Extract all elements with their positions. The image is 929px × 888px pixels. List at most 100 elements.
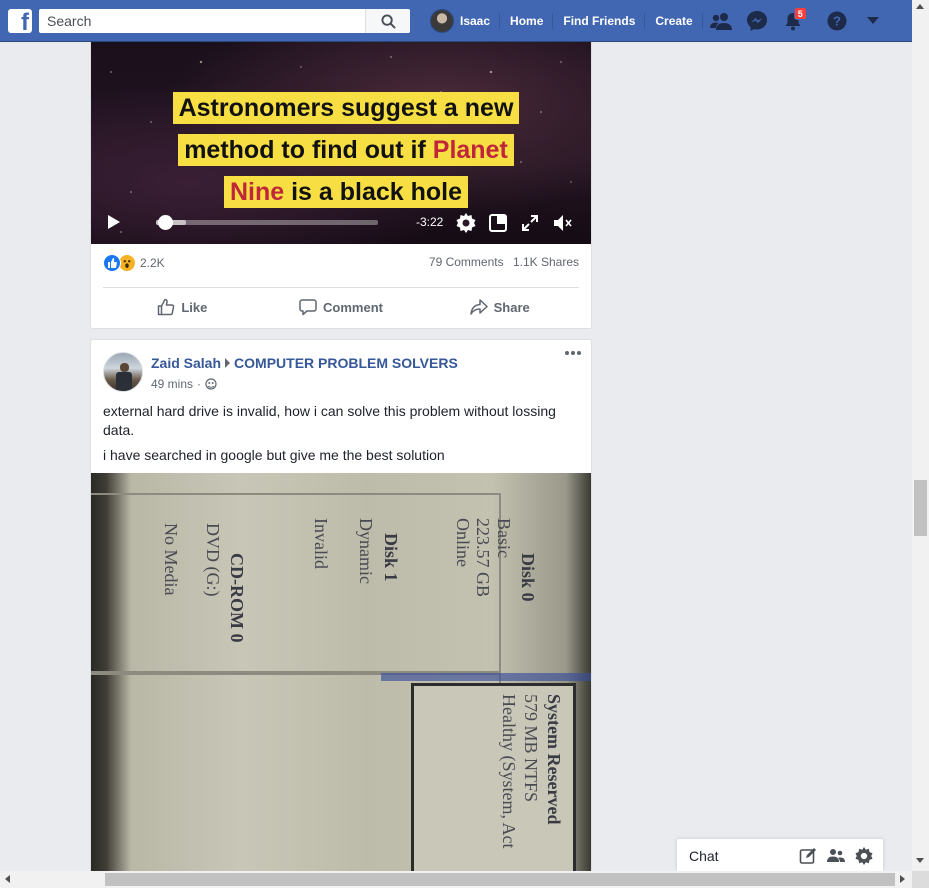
photo-blue-line bbox=[381, 673, 591, 681]
post-text-line-2: i have searched in google but give me th… bbox=[103, 447, 445, 463]
post-photo[interactable]: Disk 0 Basic 223.57 GB Online Disk 1 Dyn… bbox=[91, 473, 591, 878]
video-post: Astronomers suggest a new method to find… bbox=[90, 42, 592, 329]
search-input[interactable] bbox=[39, 10, 365, 32]
help-icon: ? bbox=[827, 11, 847, 31]
more-dot-icon bbox=[577, 351, 581, 355]
notifications-button[interactable]: 5 bbox=[775, 0, 811, 42]
gear-icon[interactable] bbox=[855, 847, 873, 865]
headline-planet: Planet bbox=[432, 136, 508, 164]
svg-text:?: ? bbox=[833, 14, 841, 29]
video-scrubber-handle[interactable] bbox=[158, 215, 174, 230]
notification-badge: 5 bbox=[793, 7, 807, 20]
photo-disk0-type: Basic bbox=[494, 518, 514, 558]
photo-panel bbox=[91, 493, 501, 673]
author-name[interactable]: Zaid Salah bbox=[151, 355, 221, 371]
top-navigation-bar: f Isaac Home Find Friends Create 5 ? bbox=[0, 0, 912, 42]
nav-create[interactable]: Create bbox=[645, 0, 704, 42]
author-avatar[interactable] bbox=[103, 352, 143, 392]
nav-home[interactable]: Home bbox=[500, 0, 554, 42]
photo-system-reserved-box: System Reserved 579 MB NTFS Healthy (Sys… bbox=[411, 683, 576, 878]
group-name[interactable]: COMPUTER PROBLEM SOLVERS bbox=[234, 355, 458, 371]
scroll-left-icon[interactable] bbox=[5, 875, 10, 883]
chat-icons bbox=[799, 847, 873, 865]
like-label: Like bbox=[181, 299, 208, 315]
avatar bbox=[430, 9, 454, 33]
scroll-down-icon[interactable] bbox=[916, 858, 924, 863]
volume-muted-icon bbox=[554, 215, 572, 231]
photo-sys-size: 579 MB NTFS bbox=[521, 694, 541, 803]
shares-count[interactable]: 1.1K Shares bbox=[513, 255, 579, 269]
photo-sys-status: Healthy (System, Act bbox=[499, 694, 519, 849]
help-button[interactable]: ? bbox=[819, 0, 855, 42]
expand-icon bbox=[522, 215, 538, 231]
mute-button[interactable] bbox=[552, 212, 574, 234]
photo-disk1-title: Disk 1 bbox=[381, 533, 401, 582]
picture-in-picture-button[interactable] bbox=[487, 212, 509, 234]
comment-button[interactable]: Comment bbox=[262, 292, 421, 322]
post-meta: 49 mins · bbox=[151, 377, 217, 391]
like-reaction-icon bbox=[103, 254, 121, 272]
horizontal-scrollbar-thumb[interactable] bbox=[105, 873, 895, 886]
post-body: external hard drive is invalid, how i ca… bbox=[103, 402, 573, 471]
photo-disk1-status: Invalid bbox=[311, 518, 331, 569]
engagement-counts: 79 Comments 1.1K Shares bbox=[423, 255, 579, 269]
fullscreen-button[interactable] bbox=[519, 212, 541, 234]
settings-button[interactable] bbox=[455, 212, 477, 234]
vertical-scrollbar[interactable] bbox=[912, 0, 929, 871]
photo-disk0-size: 223.57 GB bbox=[473, 518, 493, 598]
comments-count[interactable]: 79 Comments bbox=[429, 255, 504, 269]
divider bbox=[103, 287, 579, 288]
reactions-summary[interactable]: 2.2K bbox=[103, 254, 165, 272]
messenger-button[interactable] bbox=[739, 0, 775, 42]
video-controls: -3:22 bbox=[91, 208, 591, 238]
photo-sys-title: System Reserved bbox=[544, 694, 564, 825]
thumbs-up-icon bbox=[158, 298, 175, 316]
comment-label: Comment bbox=[323, 299, 383, 315]
group-post: Zaid Salah COMPUTER PROBLEM SOLVERS 49 mi… bbox=[90, 339, 592, 879]
search-icon bbox=[380, 13, 396, 29]
new-group-icon[interactable] bbox=[827, 847, 845, 865]
video-player[interactable]: Astronomers suggest a new method to find… bbox=[91, 42, 591, 244]
picture-in-picture-icon bbox=[489, 214, 507, 232]
share-button[interactable]: Share bbox=[420, 292, 579, 322]
search-box bbox=[39, 9, 410, 33]
headline-line-3: is a black hole bbox=[284, 178, 463, 206]
post-header: Zaid Salah COMPUTER PROBLEM SOLVERS bbox=[151, 355, 458, 371]
account-menu-button[interactable] bbox=[855, 0, 891, 42]
headline-line-1: Astronomers suggest a new bbox=[178, 94, 514, 122]
disk-management-photo: Disk 0 Basic 223.57 GB Online Disk 1 Dyn… bbox=[91, 473, 591, 878]
like-button[interactable]: Like bbox=[103, 292, 262, 322]
scroll-right-icon[interactable] bbox=[900, 875, 905, 883]
chat-label: Chat bbox=[689, 848, 719, 864]
reaction-count: 2.2K bbox=[140, 256, 165, 270]
video-progress-bar[interactable] bbox=[156, 215, 378, 230]
friends-icon bbox=[709, 13, 732, 30]
nav-home-label: Home bbox=[510, 14, 544, 28]
profile-link[interactable]: Isaac bbox=[420, 0, 501, 42]
chevron-down-icon bbox=[866, 17, 879, 24]
photo-cdrom-title: CD-ROM 0 bbox=[227, 553, 247, 643]
headline-nine: Nine bbox=[229, 178, 285, 206]
comment-icon bbox=[299, 299, 317, 316]
post-actions: Like Comment Share bbox=[103, 292, 579, 322]
photo-cdrom-drive: DVD (G:) bbox=[203, 523, 223, 597]
caret-right-icon bbox=[225, 358, 231, 368]
photo-disk0-status: Online bbox=[453, 518, 473, 567]
video-time-remaining: -3:22 bbox=[416, 215, 444, 229]
search-button[interactable] bbox=[365, 9, 410, 33]
compose-icon[interactable] bbox=[799, 847, 817, 865]
chat-bar[interactable]: Chat bbox=[676, 838, 884, 871]
group-privacy-icon[interactable] bbox=[205, 378, 217, 390]
horizontal-scrollbar[interactable] bbox=[0, 871, 912, 888]
profile-name: Isaac bbox=[460, 14, 491, 28]
facebook-logo-icon[interactable]: f bbox=[8, 9, 32, 33]
play-icon[interactable] bbox=[108, 215, 120, 229]
nav-find-friends[interactable]: Find Friends bbox=[553, 0, 646, 42]
more-dot-icon bbox=[571, 351, 575, 355]
vertical-scrollbar-thumb[interactable] bbox=[914, 480, 927, 536]
more-dot-icon bbox=[565, 351, 569, 355]
post-options-button[interactable] bbox=[565, 351, 581, 355]
scroll-up-icon[interactable] bbox=[916, 4, 924, 9]
post-time[interactable]: 49 mins bbox=[151, 377, 193, 391]
friend-requests-button[interactable] bbox=[703, 0, 739, 42]
